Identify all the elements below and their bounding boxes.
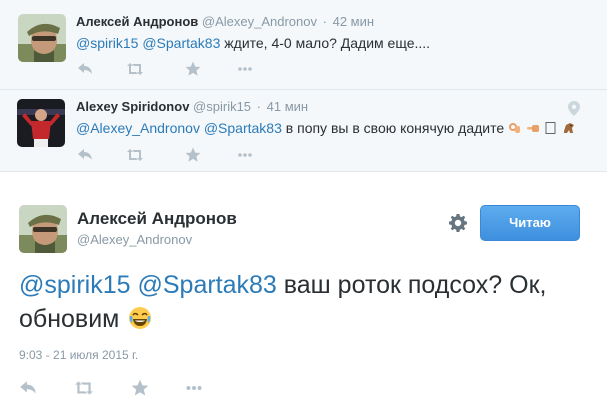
username[interactable]: @Alexey_Andronov	[77, 232, 192, 247]
retweet-icon[interactable]	[74, 378, 94, 398]
timestamp[interactable]: 42 мин	[333, 14, 374, 29]
reply-tweet[interactable]: Alexey Spiridonov @spirik15 · 41 мин @Al…	[0, 90, 607, 172]
tweet-timestamp[interactable]: 9:03 - 21 июля 2015 г.	[19, 348, 138, 362]
horse-emoji-icon	[562, 121, 576, 135]
fullname[interactable]: Алексей Андронов	[77, 209, 237, 229]
favorite-icon[interactable]	[184, 60, 202, 78]
missing-glyph-icon	[544, 121, 558, 135]
reply-icon[interactable]	[76, 60, 94, 78]
mention-link[interactable]: @Spartak83	[204, 120, 282, 136]
more-icon[interactable]	[236, 146, 254, 164]
username[interactable]: @spirik15	[193, 99, 251, 114]
avatar[interactable]	[18, 14, 66, 62]
mention-link[interactable]: @Spartak83	[137, 271, 276, 299]
retweet-icon[interactable]	[126, 146, 144, 164]
reply-icon[interactable]	[76, 146, 94, 164]
more-icon[interactable]	[236, 60, 254, 78]
username[interactable]: @Alexey_Andronov	[202, 14, 317, 29]
tweet-header: Алексей Андронов @Alexey_Andronov · 42 м…	[76, 14, 374, 29]
tweet-body: ждите, 4-0 мало? Дадим еще....	[220, 35, 431, 51]
avatar[interactable]	[19, 205, 67, 253]
tweet-text: @spirik15 @Spartak83 ждите, 4-0 мало? Да…	[76, 35, 430, 51]
favorite-icon[interactable]	[130, 378, 150, 398]
mention-link[interactable]: @spirik15	[76, 35, 138, 51]
mention-link[interactable]: @Spartak83	[142, 35, 220, 51]
retweet-icon[interactable]	[126, 60, 144, 78]
pointing-left-emoji-icon	[526, 121, 540, 135]
mention-link[interactable]: @Alexey_Andronov	[76, 120, 200, 136]
timestamp[interactable]: 41 мин	[267, 99, 308, 114]
separator-dot: ·	[256, 99, 262, 114]
separator-dot: ·	[322, 14, 327, 29]
following-button[interactable]: Читаю	[480, 205, 580, 241]
tweet-text: @Alexey_Andronov @Spartak83 в попу вы в …	[76, 120, 576, 136]
mention-link[interactable]: @spirik15	[19, 271, 131, 299]
laughing-emoji-icon	[128, 305, 152, 329]
tweet-body: в попу вы в свою конячую дадите	[281, 120, 505, 136]
ok-hand-emoji-icon	[508, 121, 522, 135]
reply-tweet[interactable]: Алексей Андронов @Alexey_Andronov · 42 м…	[0, 0, 607, 90]
reply-icon[interactable]	[18, 378, 38, 398]
more-icon[interactable]	[184, 378, 204, 398]
fullname[interactable]: Алексей Андронов	[76, 14, 198, 29]
favorite-icon[interactable]	[184, 146, 202, 164]
tweet-text: @spirik15 @Spartak83 ваш роток подсох? О…	[19, 268, 594, 336]
tweet-header: Alexey Spiridonov @spirik15 · 41 мин	[76, 99, 308, 114]
avatar[interactable]	[17, 99, 65, 147]
gear-icon[interactable]	[448, 213, 468, 233]
fullname[interactable]: Alexey Spiridonov	[76, 99, 189, 114]
location-pin-icon[interactable]	[568, 101, 580, 116]
